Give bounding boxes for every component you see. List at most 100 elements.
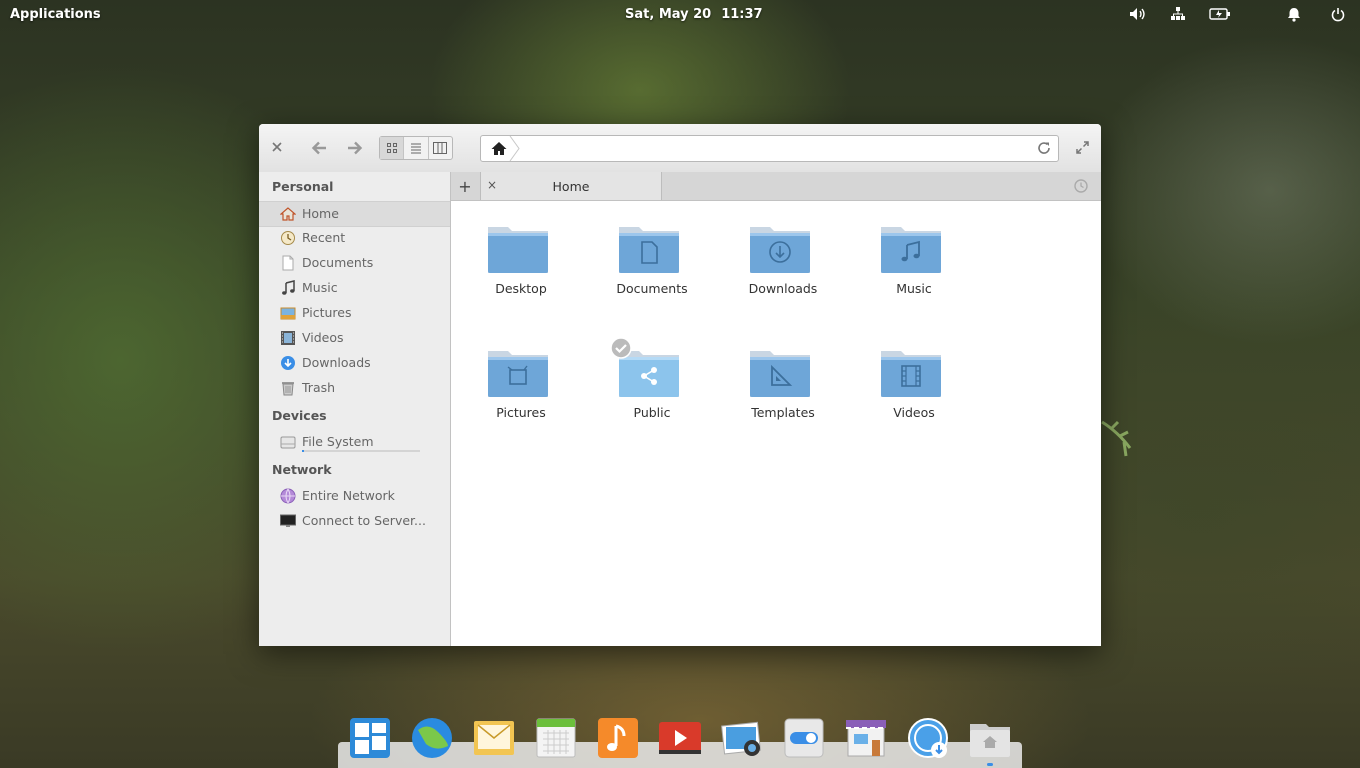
disk-usage-fill <box>302 450 305 452</box>
folder-documents-icon <box>619 227 679 273</box>
files-icon[interactable] <box>968 716 1012 760</box>
monitor-icon <box>280 514 296 527</box>
folder-name: Templates <box>751 405 815 420</box>
files-window: + × Home Personal Home Recent Documents … <box>259 124 1101 646</box>
back-arrow-icon[interactable] <box>309 138 329 158</box>
network-globe-icon <box>280 488 296 504</box>
new-tab-button[interactable]: + <box>451 172 479 200</box>
sidebar-item-label: Documents <box>302 255 374 270</box>
folder-downloads-icon <box>750 227 810 273</box>
folder-videos[interactable]: Videos <box>849 345 969 445</box>
power-icon[interactable] <box>1328 5 1348 23</box>
sidebar-item-trash[interactable]: Trash <box>259 376 450 400</box>
notifications-icon[interactable] <box>1284 5 1304 23</box>
folder-name: Pictures <box>496 405 546 420</box>
folder-public[interactable]: Public <box>587 337 707 445</box>
tab-bar: + × Home <box>451 172 1101 201</box>
close-icon[interactable] <box>269 139 285 155</box>
sidebar-item-connect-to-server[interactable]: Connect to Server... <box>259 509 450 533</box>
music-player-icon[interactable] <box>596 716 640 760</box>
icon-view-button[interactable] <box>380 137 405 159</box>
sidebar-item-downloads[interactable]: Downloads <box>259 351 450 375</box>
top-panel: Applications Sat, May 20 11:37 <box>0 0 1360 28</box>
running-indicator <box>987 763 993 766</box>
app-center-icon[interactable] <box>844 716 888 760</box>
recent-icon <box>281 231 295 245</box>
folder-templates-icon <box>750 351 810 397</box>
date-time[interactable]: Sat, May 20 11:37 <box>625 7 773 22</box>
folder-downloads[interactable]: Downloads <box>718 221 838 321</box>
sidebar-section-personal: Personal <box>272 179 334 194</box>
location-bar[interactable] <box>480 135 1059 162</box>
icon-view: Desktop Documents Downloads Music Pictur… <box>451 201 1101 646</box>
photos-icon[interactable] <box>720 716 764 760</box>
folder-templates[interactable]: Templates <box>718 345 838 445</box>
folder-videos-icon <box>881 351 941 397</box>
sidebar-item-home[interactable]: Home <box>259 201 450 227</box>
folder-pictures[interactable]: Pictures <box>456 345 576 445</box>
folder-name: Desktop <box>495 281 547 296</box>
document-icon <box>282 255 294 271</box>
folder-name: Public <box>633 405 671 420</box>
wallpaper-plant <box>1101 420 1132 457</box>
updates-icon[interactable] <box>906 716 950 760</box>
sidebar-item-music[interactable]: Music <box>259 276 450 300</box>
sidebar-item-documents[interactable]: Documents <box>259 251 450 275</box>
calendar-icon[interactable] <box>534 716 578 760</box>
column-view-button[interactable] <box>429 137 452 159</box>
list-view-button[interactable] <box>404 137 429 159</box>
closed-tabs-history-icon[interactable] <box>1073 178 1089 198</box>
sidebar-item-videos[interactable]: Videos <box>259 326 450 350</box>
battery-icon[interactable] <box>1208 5 1232 23</box>
sidebar-item-label: Connect to Server... <box>302 513 426 528</box>
volume-icon[interactable] <box>1128 5 1148 23</box>
folder-icon <box>488 227 548 273</box>
settings-icon[interactable] <box>782 716 826 760</box>
sidebar-section-devices: Devices <box>272 408 327 423</box>
applications-menu[interactable]: Applications <box>10 7 101 22</box>
view-mode-switcher <box>379 136 453 160</box>
disk-usage-bar <box>302 450 420 452</box>
sidebar-item-label: Videos <box>302 330 344 345</box>
home-icon <box>280 207 296 221</box>
checkmark-badge-icon <box>610 337 632 359</box>
sidebar-item-label: Pictures <box>302 305 352 320</box>
sidebar-item-label: Music <box>302 280 338 295</box>
sidebar-item-entire-network[interactable]: Entire Network <box>259 484 450 508</box>
sidebar-item-file-system[interactable]: File System <box>259 430 450 454</box>
sidebar-item-label: Recent <box>302 230 346 245</box>
videos-icon <box>281 331 295 345</box>
tab-label: Home <box>552 179 590 194</box>
sidebar-item-label: File System <box>302 434 374 449</box>
folder-name: Documents <box>616 281 688 296</box>
sidebar-section-network: Network <box>272 462 332 477</box>
mail-icon[interactable] <box>472 716 516 760</box>
reload-icon[interactable] <box>1036 140 1052 156</box>
folder-pictures-icon <box>488 351 548 397</box>
date-label: Sat, May 20 <box>625 7 712 22</box>
sidebar-item-pictures[interactable]: Pictures <box>259 301 450 325</box>
folder-music[interactable]: Music <box>849 221 969 321</box>
forward-arrow-icon[interactable] <box>345 138 365 158</box>
window-toolbar <box>259 124 1101 173</box>
folder-desktop[interactable]: Desktop <box>456 221 576 321</box>
folder-documents[interactable]: Documents <box>587 221 707 321</box>
tab-home[interactable]: × Home <box>480 172 662 200</box>
sidebar-item-recent[interactable]: Recent <box>259 226 450 250</box>
sidebar: Personal Home Recent Documents Music Pic… <box>259 172 451 646</box>
sidebar-item-label: Home <box>302 206 339 221</box>
sidebar-item-label: Downloads <box>302 355 371 370</box>
web-browser-icon[interactable] <box>410 716 454 760</box>
maximize-icon[interactable] <box>1074 139 1090 155</box>
drive-icon <box>280 436 296 449</box>
sidebar-item-label: Trash <box>302 380 336 395</box>
folder-name: Videos <box>893 405 935 420</box>
folder-name: Music <box>896 281 932 296</box>
multitasking-view-icon[interactable] <box>348 716 392 760</box>
pictures-icon <box>280 307 296 320</box>
music-icon <box>282 280 295 295</box>
trash-icon <box>282 382 294 396</box>
folder-music-icon <box>881 227 941 273</box>
network-icon[interactable] <box>1168 5 1188 23</box>
videos-player-icon[interactable] <box>658 716 702 760</box>
